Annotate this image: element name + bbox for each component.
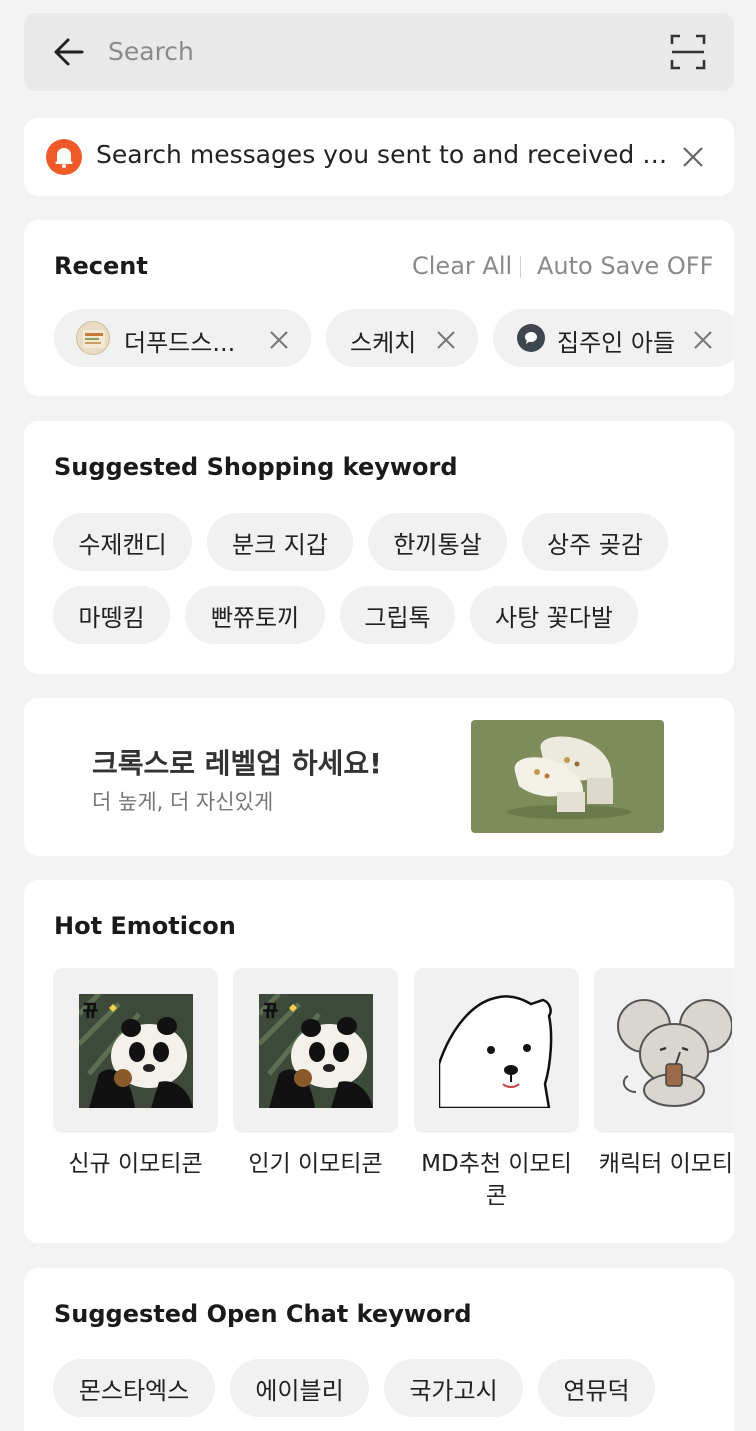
panda-emoticon-icon: 뀨 — [79, 994, 193, 1108]
shopping-title: Suggested Shopping keyword — [54, 453, 458, 481]
emoticon-title: Hot Emoticon — [54, 912, 236, 940]
openchat-keyword-chip[interactable]: 연뮤덕 — [538, 1359, 655, 1417]
search-input[interactable]: Search — [108, 37, 194, 66]
openchat-keyword-chip[interactable]: 에이블리 — [230, 1359, 369, 1417]
shopping-keyword-chip[interactable]: 한끼통살 — [368, 513, 507, 571]
shopping-keyword-chip[interactable]: 마뗑킴 — [53, 586, 170, 644]
recent-item[interactable]: 스케치 — [326, 309, 478, 367]
back-arrow-icon[interactable] — [52, 35, 86, 69]
openchat-keyword-chip[interactable]: 국가고시 — [384, 1359, 523, 1417]
clear-all-button[interactable]: Clear All — [412, 252, 512, 280]
banner-subtitle: 더 높게, 더 자신있게 — [92, 790, 274, 814]
notice-text: Search messages you sent to and received… — [96, 140, 676, 169]
remove-icon[interactable] — [269, 328, 289, 349]
openchat-keyword-chip[interactable]: 몬스타엑스 — [53, 1359, 215, 1417]
recent-item[interactable]: 집주인 아들 — [493, 309, 734, 367]
mouse-emoticon-icon — [617, 999, 732, 1107]
emoticon-label: MD추천 이모티콘 — [421, 1151, 572, 1209]
auto-save-button[interactable]: Auto Save OFF — [537, 252, 713, 280]
bell-icon — [46, 139, 82, 175]
remove-icon[interactable] — [693, 328, 713, 349]
recent-item-label: 스케치 — [350, 329, 417, 357]
notice-card: Search messages you sent to and received… — [24, 118, 734, 196]
shopping-keyword-chip[interactable]: 분크 지갑 — [207, 513, 353, 571]
recent-item-label: 더푸드스... — [124, 329, 236, 357]
remove-icon[interactable] — [436, 328, 456, 349]
shopping-keyword-chip[interactable]: 상주 곶감 — [522, 513, 668, 571]
search-bar[interactable]: Search — [24, 13, 734, 91]
scan-icon[interactable] — [670, 34, 706, 70]
svg-text:뀨: 뀨 — [263, 1001, 278, 1020]
shopping-keyword-chip[interactable]: 그립톡 — [340, 586, 455, 644]
shopping-keyword-chip[interactable]: 수제캔디 — [53, 513, 192, 571]
emoticon-item[interactable] — [594, 968, 734, 1133]
white-bear-emoticon-icon — [439, 995, 553, 1108]
emoticon-item[interactable]: 뀨 — [233, 968, 398, 1133]
emoticon-label: 신규 이모티콘 — [68, 1151, 203, 1177]
emoticon-item[interactable] — [414, 968, 579, 1133]
divider — [520, 256, 521, 278]
ad-banner[interactable]: 크록스로 레벨업 하세요! 더 높게, 더 자신있게 — [24, 698, 734, 856]
recent-item-label: 집주인 아들 — [557, 329, 676, 357]
panda-emoticon-icon: 뀨 — [259, 994, 373, 1108]
shopping-keyword-chip[interactable]: 빤쮸토끼 — [185, 586, 325, 644]
svg-text:뀨: 뀨 — [83, 1001, 98, 1020]
recent-card: Recent Clear All Auto Save OFF 더푸드스... 스… — [24, 220, 734, 396]
banner-image — [471, 720, 664, 833]
openchat-title: Suggested Open Chat keyword — [54, 1300, 472, 1328]
emoticon-card: Hot Emoticon 뀨 신규 이모티콘 뀨 인기 이모티콘 MD추천 이모… — [24, 880, 734, 1243]
chat-bubble-icon — [517, 324, 545, 352]
close-icon[interactable] — [682, 146, 704, 168]
emoticon-label: 인기 이모티콘 — [248, 1151, 383, 1177]
emoticon-label: 캐릭터 이모티콘 — [598, 1151, 734, 1177]
openchat-card: Suggested Open Chat keyword 몬스타엑스 에이블리 국… — [24, 1268, 734, 1431]
recent-item[interactable]: 더푸드스... — [54, 309, 311, 367]
shopping-keyword-chip[interactable]: 사탕 꽃다발 — [470, 586, 638, 644]
banner-title: 크록스로 레벨업 하세요! — [92, 747, 382, 780]
store-thumbnail-icon — [76, 321, 110, 355]
emoticon-item[interactable]: 뀨 — [53, 968, 218, 1133]
recent-title: Recent — [54, 252, 148, 280]
shopping-card: Suggested Shopping keyword 수제캔디 분크 지갑 한끼… — [24, 421, 734, 674]
